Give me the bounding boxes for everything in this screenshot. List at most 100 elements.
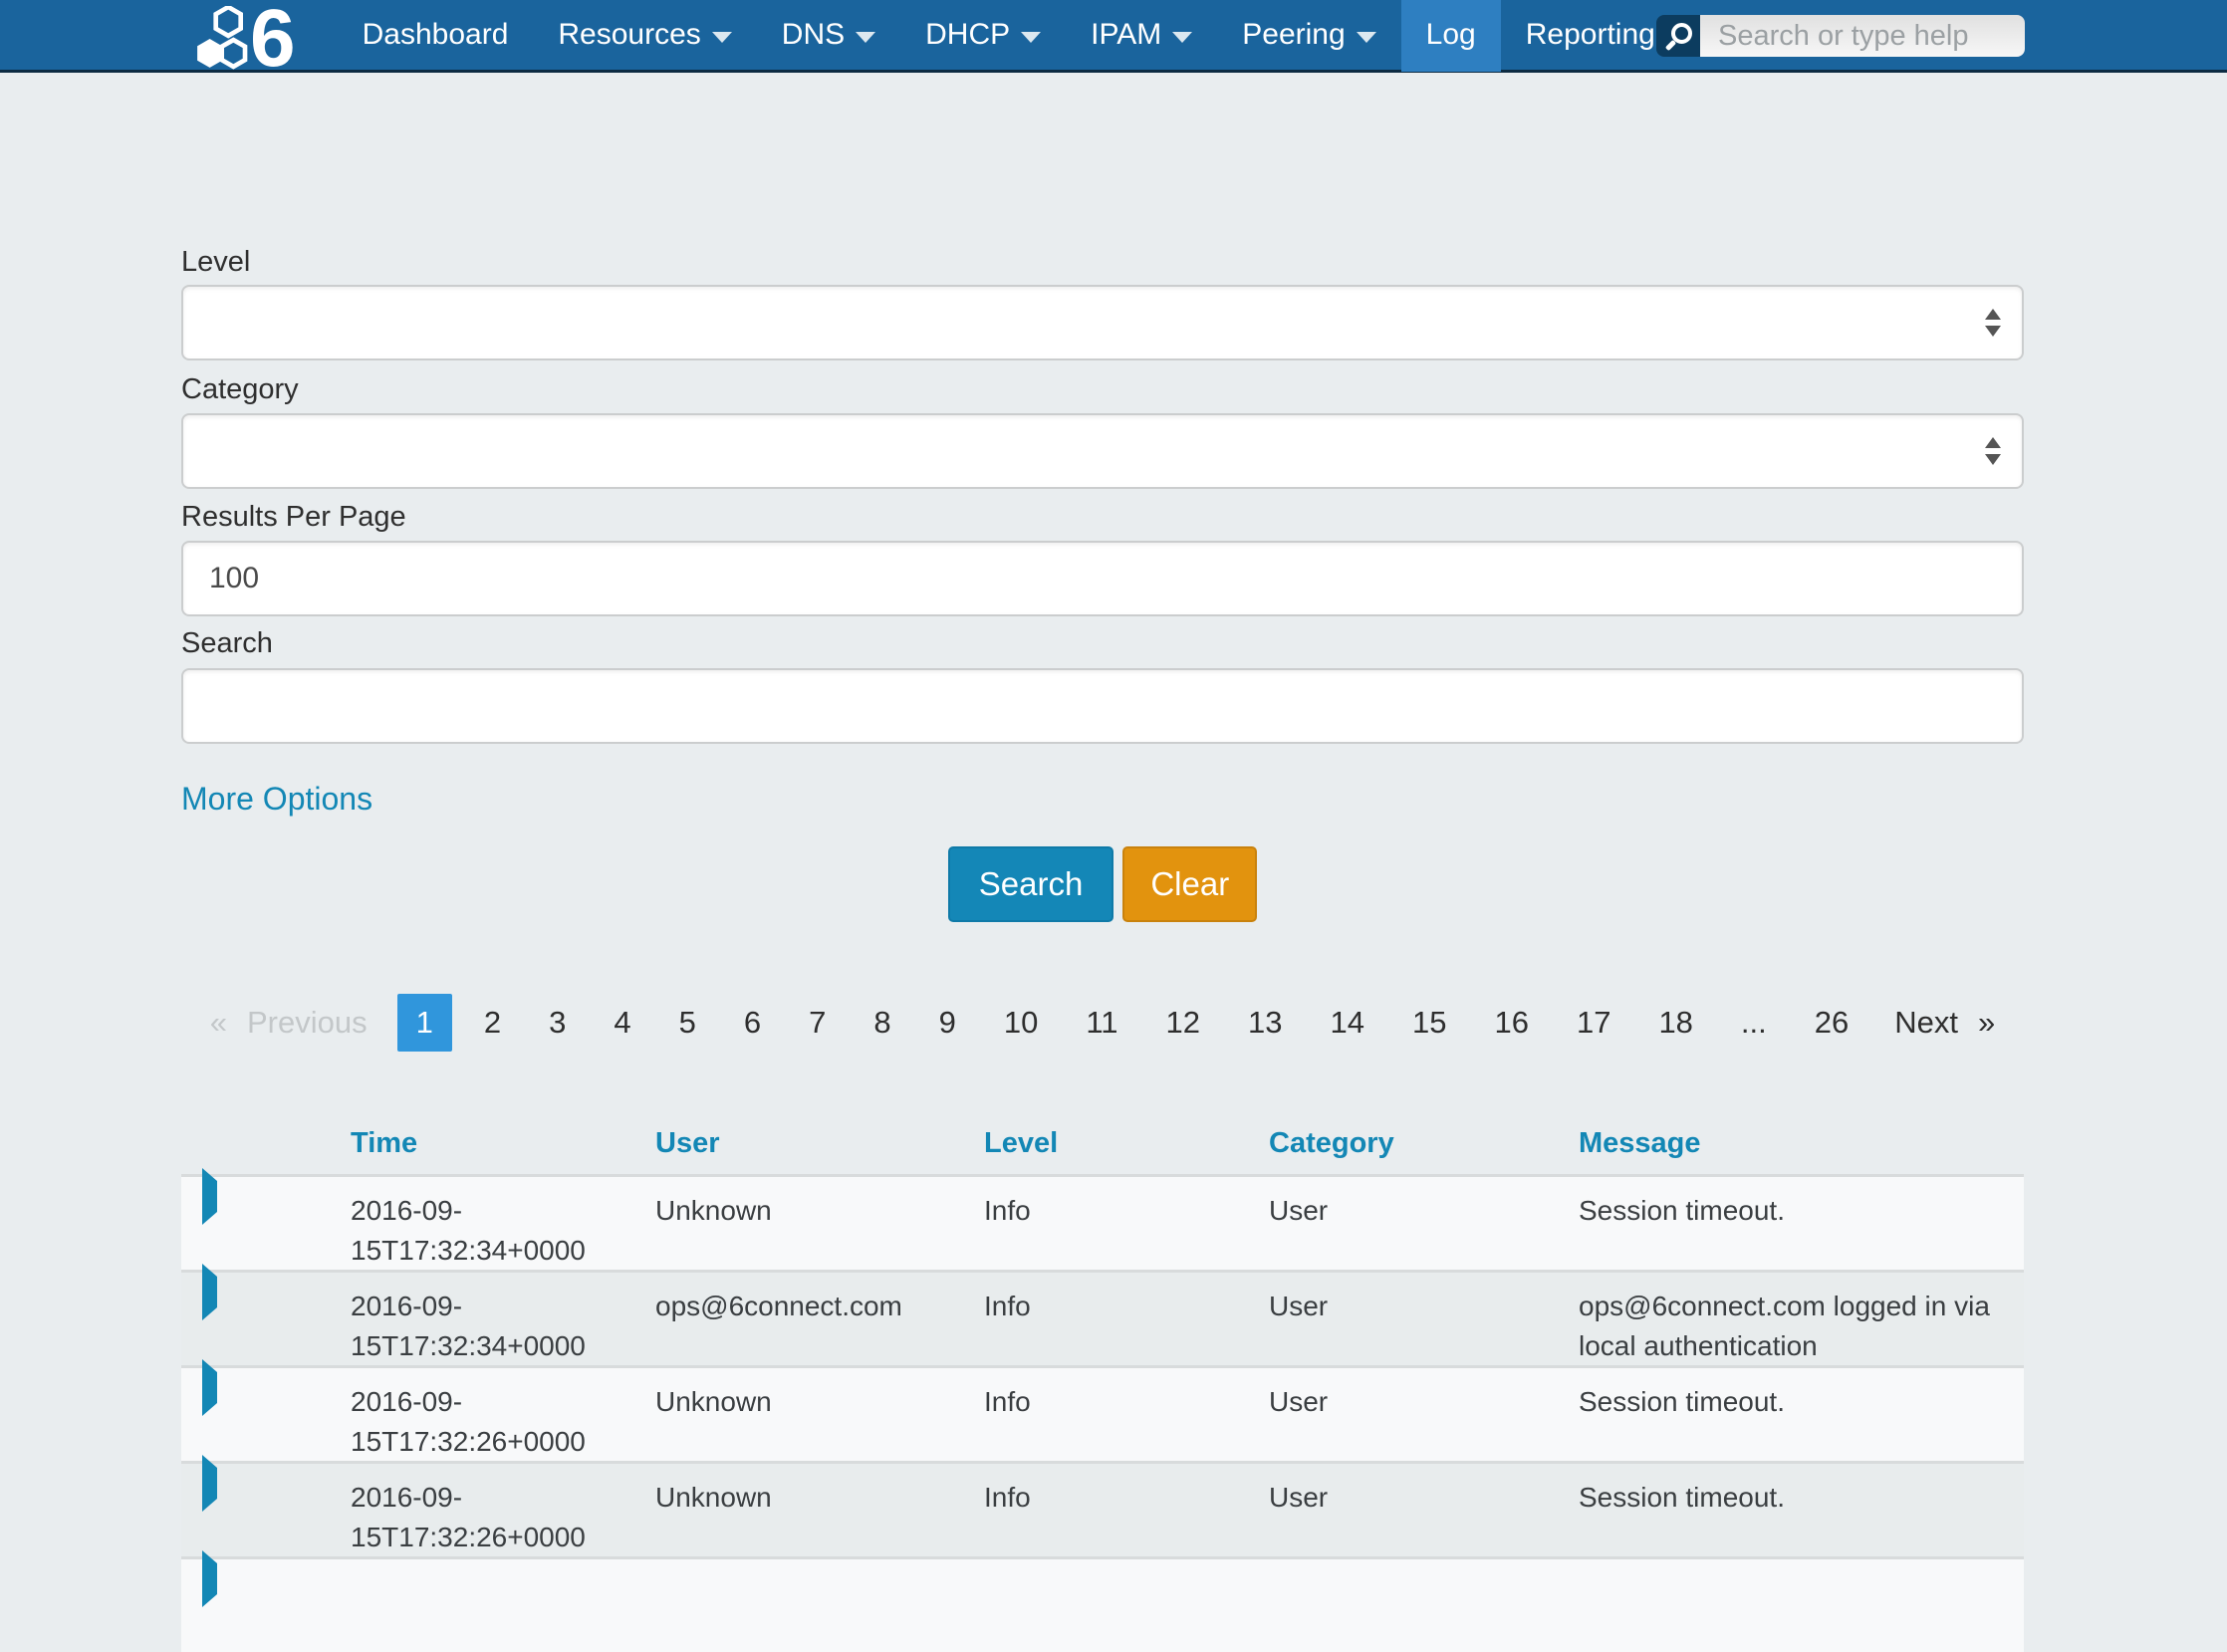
pagination-page-9[interactable]: 9: [923, 994, 972, 1052]
category-cell: [1269, 1559, 1579, 1652]
nav-item-label: IPAM: [1091, 18, 1161, 52]
page-number: 4: [598, 994, 646, 1052]
column-header-time: Time: [351, 1127, 655, 1160]
table-row: 2016-09-15T17:32:34+0000ops@6connect.com…: [181, 1270, 2024, 1365]
results-per-page-input[interactable]: [181, 541, 2024, 616]
user-cell: Unknown: [655, 1177, 984, 1271]
expand-row-icon[interactable]: [202, 1550, 217, 1607]
pagination-page-15[interactable]: 15: [1396, 994, 1462, 1052]
pagination-page-26[interactable]: 26: [1799, 994, 1864, 1052]
next-label: Next: [1894, 1005, 1958, 1041]
page-number: ...: [1725, 994, 1783, 1052]
level-select[interactable]: [181, 285, 2024, 360]
user-cell: ops@6connect.com: [655, 1273, 984, 1366]
category-select-wrap: [181, 413, 2024, 489]
navbar-search-input[interactable]: [1700, 15, 2025, 57]
clear-button[interactable]: Clear: [1122, 846, 1257, 922]
expander-cell: [181, 1177, 351, 1271]
pagination-page-18[interactable]: 18: [1642, 994, 1708, 1052]
column-header-level: Level: [984, 1127, 1269, 1160]
page-number: 12: [1150, 994, 1216, 1052]
pagination-ellipsis: ...: [1725, 994, 1783, 1052]
nav-item-reporting[interactable]: Reporting: [1501, 0, 1680, 72]
level-select-wrap: [181, 285, 2024, 360]
column-header-category: Category: [1269, 1127, 1579, 1160]
nav-item-resources[interactable]: Resources: [533, 0, 756, 72]
category-cell: User: [1269, 1464, 1579, 1557]
page-number: 14: [1315, 994, 1380, 1052]
pagination-page-10[interactable]: 10: [988, 994, 1054, 1052]
caret-down-icon: [1172, 32, 1192, 43]
nav-item-peering[interactable]: Peering: [1217, 0, 1400, 72]
pagination-page-17[interactable]: 17: [1561, 994, 1626, 1052]
time-cell: 2016-09-15T17:32:34+0000: [351, 1177, 655, 1271]
page-number: 5: [663, 994, 712, 1052]
page-number: 6: [728, 994, 777, 1052]
more-options-link[interactable]: More Options: [181, 781, 372, 817]
pagination-page-5[interactable]: 5: [663, 994, 712, 1052]
caret-down-icon: [712, 32, 732, 43]
expand-row-icon[interactable]: [202, 1359, 217, 1416]
page-number: 26: [1799, 994, 1864, 1052]
nav-item-dhcp[interactable]: DHCP: [900, 0, 1066, 72]
level-cell: Info: [984, 1273, 1269, 1366]
page-number: 3: [533, 994, 582, 1052]
expander-cell: [181, 1368, 351, 1462]
table-body: 2016-09-15T17:32:34+0000UnknownInfoUserS…: [181, 1174, 2024, 1652]
expander-cell: [181, 1273, 351, 1366]
category-select[interactable]: [181, 413, 2024, 489]
page-number: 17: [1561, 994, 1626, 1052]
pagination-next[interactable]: Next»: [1894, 994, 1995, 1052]
pagination-page-3[interactable]: 3: [533, 994, 582, 1052]
nav-item-label: Resources: [558, 18, 700, 52]
pagination-page-16[interactable]: 16: [1478, 994, 1544, 1052]
expand-row-icon[interactable]: [202, 1455, 217, 1512]
page-number: 2: [468, 994, 517, 1052]
results-per-page-label: Results Per Page: [181, 501, 2024, 534]
nav-item-label: Reporting: [1526, 18, 1655, 52]
previous-label: Previous: [247, 1005, 368, 1041]
table-row: 2016-09-15T17:32:26+0000UnknownInfoUserS…: [181, 1461, 2024, 1556]
pagination-page-1[interactable]: 1: [397, 994, 452, 1052]
expand-row-icon[interactable]: [202, 1168, 217, 1225]
category-cell: User: [1269, 1368, 1579, 1462]
main-content: Level Category Results Per Page Search M…: [181, 246, 2024, 1652]
pagination-page-2[interactable]: 2: [468, 994, 517, 1052]
pagination-page-13[interactable]: 13: [1232, 994, 1298, 1052]
pagination-page-11[interactable]: 11: [1070, 994, 1133, 1052]
pagination-page-12[interactable]: 12: [1150, 994, 1216, 1052]
log-table: TimeUserLevelCategoryMessage 2016-09-15T…: [181, 1082, 2024, 1652]
pagination-page-6[interactable]: 6: [728, 994, 777, 1052]
pagination-page-7[interactable]: 7: [793, 994, 842, 1052]
page-number: 1: [397, 994, 452, 1052]
search-icon: [1656, 15, 1700, 57]
pagination-page-14[interactable]: 14: [1315, 994, 1380, 1052]
pagination-page-8[interactable]: 8: [858, 994, 906, 1052]
nav-item-log[interactable]: Log: [1401, 0, 1501, 72]
time-cell: 2016-09-15T17:32:26+0000: [351, 1464, 655, 1557]
nav-item-ipam[interactable]: IPAM: [1066, 0, 1217, 72]
brand-number: 6: [250, 9, 294, 69]
page-number: 9: [923, 994, 972, 1052]
nav-item-dashboard[interactable]: Dashboard: [338, 0, 534, 72]
select-spinner-icon: [1985, 437, 2001, 465]
pagination-page-4[interactable]: 4: [598, 994, 646, 1052]
expand-row-icon[interactable]: [202, 1264, 217, 1320]
time-cell: 2016-09-15T17:32:26+0000: [351, 1368, 655, 1462]
category-label: Category: [181, 373, 2024, 406]
page-number: 16: [1478, 994, 1544, 1052]
expander-cell: [181, 1559, 351, 1652]
hexagons-logo-icon: [196, 6, 248, 70]
brand-logo[interactable]: 6: [196, 0, 294, 70]
nav-item-dns[interactable]: DNS: [757, 0, 900, 72]
table-row: 2016-09-15T17:32:34+0000UnknownInfoUserS…: [181, 1174, 2024, 1270]
level-cell: Info: [984, 1368, 1269, 1462]
search-button[interactable]: Search: [948, 846, 1114, 922]
category-cell: User: [1269, 1273, 1579, 1366]
level-cell: Info: [984, 1464, 1269, 1557]
table-header-row: TimeUserLevelCategoryMessage: [181, 1082, 2024, 1174]
search-filter-input[interactable]: [181, 668, 2024, 744]
page-number: 8: [858, 994, 906, 1052]
user-cell: [655, 1559, 984, 1652]
caret-down-icon: [1357, 32, 1376, 43]
